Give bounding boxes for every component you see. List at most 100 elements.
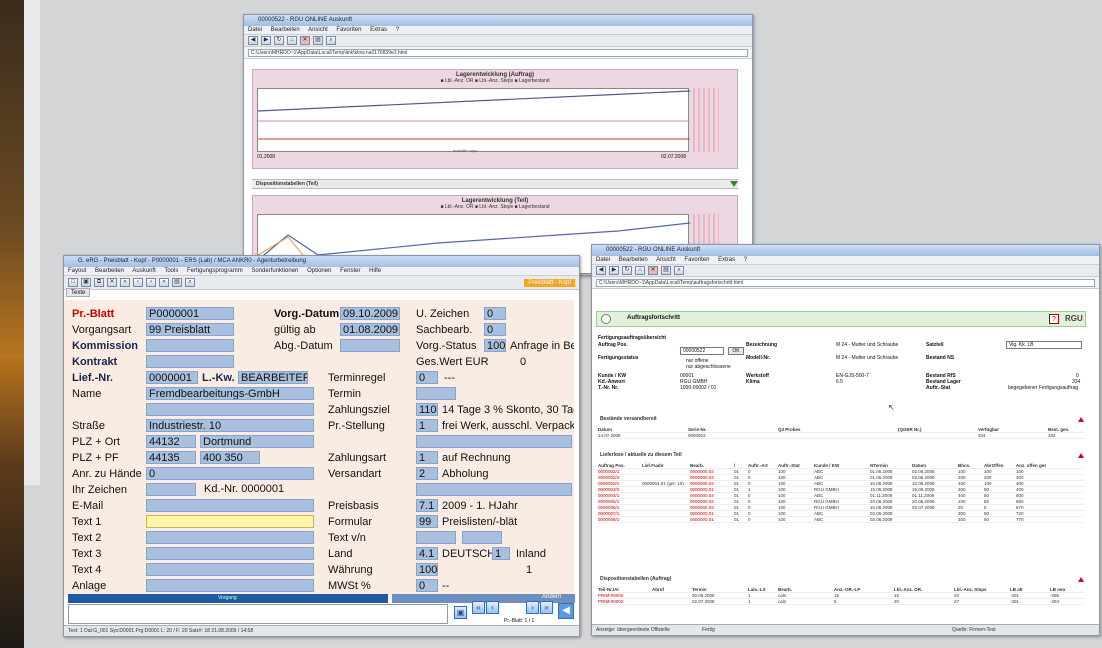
forward-icon[interactable]: ▶ <box>609 266 619 275</box>
search-icon[interactable]: ⌕ <box>674 266 684 275</box>
forward-icon[interactable]: ▶ <box>261 36 271 45</box>
field-pr-stellung[interactable]: 1 <box>416 419 438 432</box>
field-text1[interactable] <box>146 515 314 528</box>
next-page-icon[interactable]: › <box>526 601 539 614</box>
play-icon[interactable]: ◀ <box>558 603 574 619</box>
field-formular[interactable]: 99 <box>416 515 438 528</box>
menu-item[interactable]: Extras <box>370 27 387 33</box>
tab-texte[interactable]: Texte <box>66 288 91 297</box>
field-waehrung[interactable]: 100 <box>416 563 438 576</box>
table-row[interactable]: 0000008/1 0000000.01 01 0 100 ABC 02.06.2008 30… <box>598 517 1084 523</box>
menu-item[interactable]: Fenster <box>340 268 360 274</box>
field-name2[interactable] <box>146 403 314 416</box>
table-row[interactable]: PRIM-00002 02.07.2008 1 cals 5 20 27 -301 -294 <box>598 599 1084 605</box>
menu-item[interactable]: Datei <box>596 257 610 263</box>
print-icon[interactable]: ▤ <box>661 266 671 275</box>
field-anlage[interactable] <box>146 579 314 592</box>
help-icon[interactable]: ? <box>1049 314 1059 324</box>
menu-item[interactable]: Extras <box>718 257 735 263</box>
field-versandart[interactable]: 2 <box>416 467 438 480</box>
menu-item[interactable]: ? <box>744 257 747 263</box>
field-terminregel[interactable]: 0 <box>416 371 438 384</box>
field-gueltig[interactable]: 01.08.2009 <box>340 323 400 336</box>
stop-icon[interactable]: ✕ <box>648 266 658 275</box>
field-sachbearb[interactable]: 0 <box>484 323 506 336</box>
field-kontrakt[interactable] <box>146 355 234 368</box>
home-icon[interactable]: ⌂ <box>635 266 645 275</box>
copy-icon[interactable]: ⧉ <box>94 278 104 287</box>
print-icon[interactable]: ▤ <box>313 36 323 45</box>
field-text2[interactable] <box>146 531 314 544</box>
field-vorg-status[interactable]: 100 <box>484 339 506 352</box>
field-text-v[interactable] <box>416 531 456 544</box>
refresh-icon[interactable]: ↻ <box>274 36 284 45</box>
last-page-icon[interactable]: » <box>540 601 553 614</box>
field-lkw[interactable]: BEARBEITER <box>238 371 308 384</box>
collapse-icon[interactable] <box>1078 577 1084 582</box>
menu-item[interactable]: Sonderfunktionen <box>251 268 298 274</box>
search-icon[interactable]: ⌕ <box>326 36 336 45</box>
field-text3[interactable] <box>146 547 314 560</box>
menu-item[interactable]: Favoriten <box>336 27 361 33</box>
field-strasse[interactable]: Industriestr. 10 <box>146 419 314 432</box>
collapse-icon[interactable] <box>1078 453 1084 458</box>
prev-page-icon[interactable]: ‹ <box>486 601 499 614</box>
menu-item[interactable]: Ansicht <box>656 257 676 263</box>
auftrag-select[interactable]: 00000522 <box>680 347 724 355</box>
tab-vorgang[interactable]: Vorgang <box>68 594 388 603</box>
menu-item[interactable]: Optionen <box>307 268 331 274</box>
field-preisbasis[interactable]: 7.1 <box>416 499 438 512</box>
menu-item[interactable]: Hilfe <box>369 268 381 274</box>
field-name[interactable]: Fremdbearbeitungs-GmbH <box>146 387 314 400</box>
back-icon[interactable]: ◀ <box>596 266 606 275</box>
menu-item[interactable]: ? <box>396 27 399 33</box>
home-icon[interactable]: ⌂ <box>287 36 297 45</box>
field-pr-stellung-extra[interactable] <box>416 435 572 448</box>
expand-arrow-icon[interactable] <box>730 181 738 187</box>
menu-item[interactable]: Fertigungsprogramm <box>187 268 243 274</box>
last-icon[interactable]: » <box>159 278 169 287</box>
prev-icon[interactable]: ‹ <box>133 278 143 287</box>
field-ihr-zeichen[interactable] <box>146 483 196 496</box>
field-mwst[interactable]: 0 <box>416 579 438 592</box>
refresh-icon[interactable]: ↻ <box>622 266 632 275</box>
field-u-zeichen[interactable]: 0 <box>484 307 506 320</box>
field-email[interactable] <box>146 499 314 512</box>
field-pr-blatt[interactable]: P0000001 <box>146 307 234 320</box>
field-termin[interactable] <box>416 387 456 400</box>
save-icon[interactable]: ▣ <box>81 278 91 287</box>
field-abg-datum[interactable] <box>340 339 400 352</box>
field-vorgangsart[interactable]: 99 Preisblatt <box>146 323 234 336</box>
menu-item[interactable]: Ansicht <box>308 27 328 33</box>
field-anr[interactable]: 0 <box>146 467 314 480</box>
field-vorg-datum[interactable]: 09.10.2009 <box>340 307 400 320</box>
next-icon[interactable]: › <box>146 278 156 287</box>
field-text-n[interactable] <box>462 531 502 544</box>
satzteil-select[interactable]: Vig. Kk. LB <box>1006 341 1082 349</box>
collapse-icon[interactable] <box>1078 417 1084 422</box>
field-pf[interactable]: 400 350 <box>200 451 260 464</box>
menu-item[interactable]: Bearbeiten <box>95 268 124 274</box>
menu-item[interactable]: Bearbeiten <box>619 257 648 263</box>
field-versandart-extra[interactable] <box>416 483 572 496</box>
table-row[interactable]: 14.07.2008 0000003 334 334 <box>598 433 1084 439</box>
new-icon[interactable]: □ <box>68 278 78 287</box>
menu-item[interactable]: Datei <box>248 27 262 33</box>
field-zahlungsart[interactable]: 1 <box>416 451 438 464</box>
menu-item[interactable]: Tools <box>164 268 178 274</box>
ok-button[interactable]: OK <box>728 347 744 355</box>
delete-icon[interactable]: ✕ <box>107 278 117 287</box>
field-kommission[interactable] <box>146 339 234 352</box>
menu-item[interactable]: Fayout <box>68 268 86 274</box>
field-lief-nr[interactable]: 0000001 <box>146 371 198 384</box>
menu-item[interactable]: Auskunft <box>132 268 155 274</box>
field-plz-pf[interactable]: 44135 <box>146 451 196 464</box>
address-input[interactable]: C:\Users\MHRDO~1\AppData\Local\Temp\link… <box>248 48 748 57</box>
first-page-icon[interactable]: « <box>472 601 485 614</box>
print-icon[interactable]: ▤ <box>172 278 182 287</box>
search-icon[interactable]: ⌕ <box>185 278 195 287</box>
stop-icon[interactable]: ✕ <box>300 36 310 45</box>
back-icon[interactable]: ◀ <box>248 36 258 45</box>
address-input[interactable]: C:\Users\MHRDO~1\AppData\Local\Temp\auft… <box>596 278 1095 287</box>
field-zahlungsziel[interactable]: 110 <box>416 403 438 416</box>
